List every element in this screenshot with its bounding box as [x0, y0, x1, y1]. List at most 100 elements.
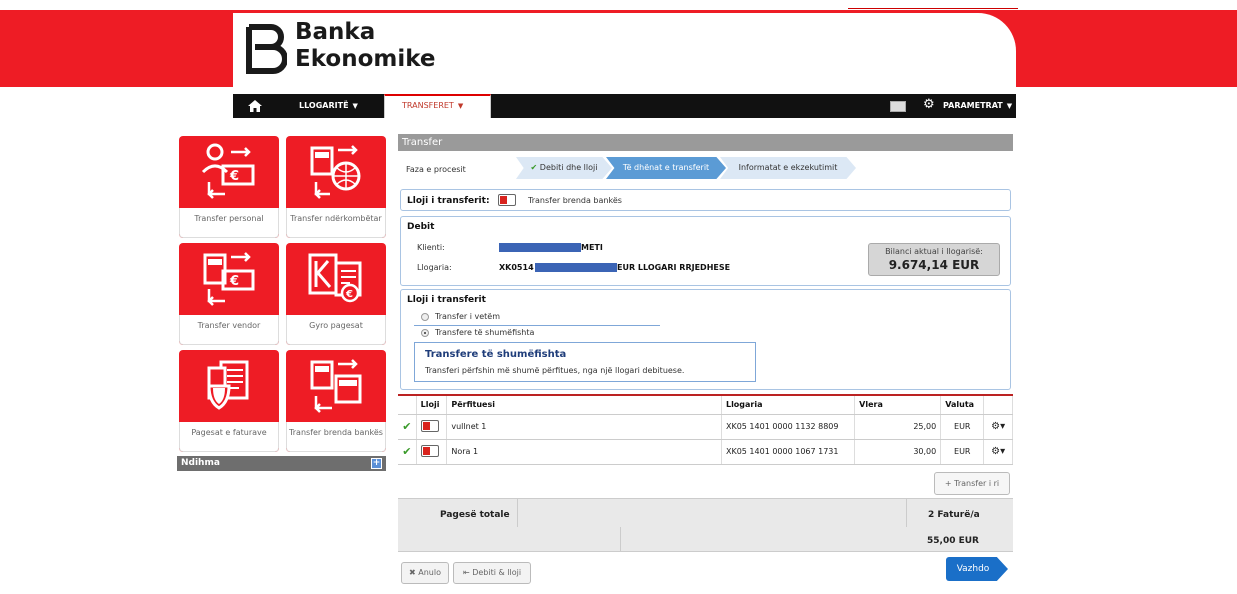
step-transfer-data[interactable]: Të dhënat e transferit: [606, 157, 726, 179]
step-label: Të dhënat e transferit: [622, 163, 710, 172]
nav-transfers-label: TRANSFERET: [402, 101, 454, 110]
svg-text:€: €: [229, 169, 239, 184]
balance-box: Bilanci aktual i llogarisë: 9.674,14 EUR: [868, 243, 1000, 276]
process-steps: Faza e procesit ✔ Debiti dhe lloji Të dh…: [398, 151, 1013, 183]
transfer-type-label: Lloji i transferit:: [407, 196, 490, 206]
checkmark-icon: ✔: [530, 163, 538, 172]
tile-label: Pagesat e faturave: [179, 422, 279, 452]
back-arrow-icon: ⇤: [462, 568, 470, 577]
type-cell: [416, 414, 448, 440]
option-multiple-label: Transfere të shumëfishta: [435, 328, 535, 337]
home-icon[interactable]: [247, 98, 263, 114]
help-bar[interactable]: Ndihma +: [177, 456, 386, 471]
divider: [906, 498, 907, 527]
account-cell: XK05 1401 0000 1067 1731: [721, 439, 856, 465]
status-cell: ✔: [398, 439, 417, 465]
cancel-label: Anulo: [418, 568, 441, 577]
bank-name[interactable]: Banka Ekonomike: [295, 19, 436, 73]
row-gear-icon[interactable]: ⚙▾: [983, 439, 1013, 465]
continue-button[interactable]: Vazhdo: [946, 557, 1008, 581]
svg-text:€: €: [229, 274, 239, 289]
table-row[interactable]: ✔ Nora 1 XK05 1401 0000 1067 1731 30,00 …: [398, 439, 1013, 465]
personal-transfer-icon: €: [201, 143, 255, 199]
radio-multiple-transfer[interactable]: [421, 329, 429, 337]
back-label: Debiti & lloji: [472, 568, 522, 577]
table-header-row: Lloji Përfituesi Llogaria Vlera Valuta: [398, 396, 1013, 415]
new-transfer-button[interactable]: + Transfer i ri: [934, 472, 1010, 495]
amount-cell: 25,00: [854, 414, 942, 440]
expand-plus-icon[interactable]: +: [371, 458, 382, 469]
transfer-type-title: Lloji i transferit: [407, 295, 486, 305]
row-gear-icon[interactable]: ⚙▾: [983, 414, 1013, 440]
redaction-mask: [499, 243, 581, 252]
bank-name-line1: Banka: [295, 19, 376, 45]
tile-personal-transfer[interactable]: € Transfer personal: [179, 136, 279, 238]
card-icon: [420, 419, 439, 432]
gear-icon[interactable]: ⚙: [923, 97, 935, 112]
tile-domestic-transfer[interactable]: € Transfer vendor: [179, 243, 279, 345]
internal-transfer-icon: [310, 359, 362, 413]
tooltip-body: Transferi përfshin më shumë përfitues, n…: [425, 366, 685, 375]
totals-amount-row: [398, 527, 1013, 552]
actions-col-header: [983, 396, 1013, 415]
amount-cell: 30,00: [854, 439, 942, 465]
table-row[interactable]: ✔ vullnet 1 XK05 1401 0000 1132 8809 25,…: [398, 414, 1013, 440]
tile-label: Transfer vendor: [179, 315, 279, 345]
nav-settings-label: PARAMETRAT: [943, 101, 1003, 110]
client-label: Klienti:: [417, 243, 445, 252]
plus-icon: +: [944, 479, 952, 488]
balance-label: Bilanci aktual i llogarisë:: [885, 247, 983, 256]
tile-international-transfer[interactable]: Transfer ndërkombëtar: [286, 136, 386, 238]
step-label: Debiti dhe lloji: [539, 163, 598, 172]
transfer-type-summary: Lloji i transferit: Transfer brenda bank…: [400, 189, 1011, 211]
divider: [517, 498, 518, 527]
caret-down-icon: ▼: [457, 102, 464, 110]
balance-value: 9.674,14 EUR: [888, 258, 980, 272]
tile-bill-payment[interactable]: Pagesat e faturave: [179, 350, 279, 452]
step-execution-info[interactable]: Informatat e ekzekutimit: [720, 157, 856, 179]
nav-transfers[interactable]: TRANSFERET ▼: [384, 94, 491, 118]
bill-payment-icon: [207, 360, 249, 410]
currency-cell: EUR: [940, 414, 985, 440]
tile-label: Transfer brenda bankës: [286, 422, 386, 452]
status-col-header: [398, 396, 417, 415]
type-cell: [416, 439, 448, 465]
redaction-mask: [535, 263, 617, 272]
tile-internal-transfer[interactable]: Transfer brenda bankës: [286, 350, 386, 452]
main-navbar: LLOGARITË ▼ TRANSFERET ▼ ⚙ PARAMETRAT ▼: [233, 94, 1016, 118]
step-debit-type[interactable]: ✔ Debiti dhe lloji: [516, 157, 612, 179]
top-strip: [848, 8, 1018, 11]
radio-single-transfer[interactable]: [421, 313, 429, 321]
beneficiaries-table: Lloji Përfituesi Llogaria Vlera Valuta ✔…: [398, 394, 1013, 465]
tile-label: Transfer ndërkombëtar: [286, 208, 386, 238]
panel-title: Transfer: [398, 134, 1013, 151]
checkmark-icon: ✔: [402, 445, 412, 458]
bank-name-line2: Ekonomike: [295, 46, 436, 72]
transfer-type-value: Transfer brenda bankës: [528, 196, 622, 205]
debit-box: Debit Klienti: METI Llogaria: XK0514 EUR…: [400, 216, 1011, 286]
cancel-button[interactable]: ✖ Anulo: [401, 562, 449, 584]
back-button[interactable]: ⇤ Debiti & lloji: [453, 562, 531, 584]
caret-down-icon: ▼: [1006, 102, 1013, 110]
card-icon: [420, 444, 439, 457]
tooltip-title: Transfere të shumëfishta: [425, 349, 567, 360]
close-icon: ✖: [409, 568, 416, 577]
transfer-type-tooltip: Transfere të shumëfishta Transferi përfs…: [414, 342, 756, 382]
nav-settings[interactable]: PARAMETRAT ▼: [943, 94, 1012, 118]
tile-giro-payment[interactable]: € Gyro pagesat: [286, 243, 386, 345]
international-transfer-icon: [310, 145, 361, 199]
beneficiary-col-header: Përfituesi: [446, 396, 722, 415]
nav-accounts[interactable]: LLOGARITË ▼: [299, 94, 358, 118]
tile-label: Transfer personal: [179, 208, 279, 238]
card-icon: [498, 194, 516, 206]
invoice-count: 2 Faturë/a: [928, 510, 980, 520]
mail-icon[interactable]: [890, 101, 906, 112]
currency-cell: EUR: [940, 439, 985, 465]
logo-card: Banka Ekonomike: [233, 13, 1016, 87]
process-label: Faza e procesit: [406, 165, 466, 174]
amount-col-header: Vlera: [854, 396, 942, 415]
tile-label: Gyro pagesat: [286, 315, 386, 345]
svg-text:€: €: [345, 289, 353, 300]
option-single-label: Transfer i vetëm: [435, 312, 500, 321]
help-label: Ndihma: [181, 458, 220, 468]
